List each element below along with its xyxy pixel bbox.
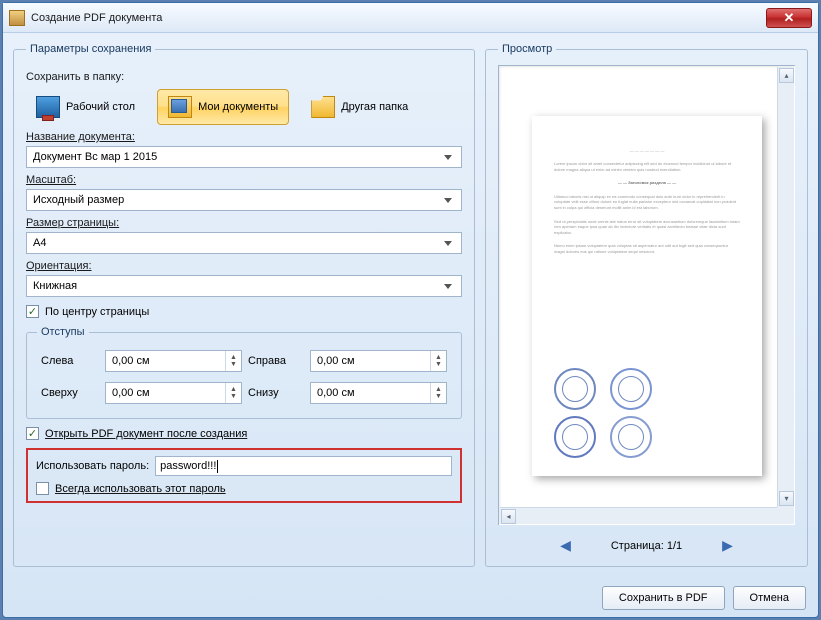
scale-label: Масштаб: <box>26 174 462 186</box>
preview-group: Просмотр — — — — — — — Lorem ipsum dolor… <box>485 43 808 567</box>
scroll-down-icon[interactable]: ▾ <box>779 491 794 506</box>
margin-right-label: Справа <box>248 355 304 367</box>
dialog-window: Создание PDF документа ✕ Параметры сохра… <box>2 2 819 618</box>
margin-top-label: Сверху <box>41 387 99 399</box>
margin-bottom-value: 0,00 см <box>311 387 430 399</box>
text-caret-icon <box>217 460 218 473</box>
margin-left-value: 0,00 см <box>106 355 225 367</box>
spinner-arrows-icon: ▲▼ <box>430 351 446 371</box>
pagesize-select[interactable]: A4 <box>26 232 462 254</box>
scrollbar-corner <box>777 507 794 524</box>
scrollbar-horizontal[interactable]: ◂ ▸ <box>500 507 777 524</box>
folder-desktop-button[interactable]: Рабочий стол <box>26 89 145 125</box>
always-password-checkbox[interactable] <box>36 482 49 495</box>
doc-name-input[interactable]: Документ Вс мар 1 2015 <box>26 146 462 168</box>
scroll-left-icon[interactable]: ◂ <box>501 509 516 524</box>
scale-select[interactable]: Исходный размер <box>26 189 462 211</box>
chevron-down-icon <box>441 149 455 165</box>
stamp-icon <box>610 368 652 410</box>
chevron-down-icon <box>441 235 455 251</box>
margins-legend: Отступы <box>37 326 89 338</box>
cancel-button[interactable]: Отмена <box>733 586 806 610</box>
orientation-select[interactable]: Книжная <box>26 275 462 297</box>
dialog-footer: Сохранить в PDF Отмена <box>3 579 818 617</box>
margin-bottom-input[interactable]: 0,00 см ▲▼ <box>310 382 447 404</box>
spinner-arrows-icon: ▲▼ <box>225 383 241 403</box>
scroll-up-icon[interactable]: ▴ <box>779 68 794 83</box>
stamp-icon <box>554 368 596 410</box>
always-password-label: Всегда использовать этот пароль <box>55 483 226 495</box>
save-params-group: Параметры сохранения Сохранить в папку: … <box>13 43 475 567</box>
save-pdf-button[interactable]: Сохранить в PDF <box>602 586 725 610</box>
scrollbar-vertical[interactable]: ▴ ▾ <box>777 67 794 507</box>
open-after-checkbox-row[interactable]: Открыть PDF документ после создания <box>26 427 462 440</box>
save-folder-label: Сохранить в папку: <box>26 71 462 83</box>
spinner-arrows-icon: ▲▼ <box>225 351 241 371</box>
folder-icon <box>311 96 335 118</box>
preview-page: — — — — — — — Lorem ipsum dolor sit amet… <box>532 116 762 476</box>
folder-documents-label: Мои документы <box>198 101 278 113</box>
spinner-arrows-icon: ▲▼ <box>430 383 446 403</box>
margins-group: Отступы Слева 0,00 см ▲▼ Справа 0,00 см … <box>26 326 462 419</box>
margin-right-value: 0,00 см <box>311 355 430 367</box>
chevron-down-icon <box>441 278 455 294</box>
folder-other-label: Другая папка <box>341 101 408 113</box>
titlebar: Создание PDF документа ✕ <box>3 3 818 33</box>
password-section: Использовать пароль: password!!! Всегда … <box>26 448 462 503</box>
password-label: Использовать пароль: <box>36 460 149 472</box>
orientation-label: Ориентация: <box>26 260 462 272</box>
open-after-checkbox[interactable] <box>26 427 39 440</box>
open-after-label: Открыть PDF документ после создания <box>45 428 247 440</box>
margin-bottom-label: Снизу <box>248 387 304 399</box>
pagesize-label: Размер страницы: <box>26 217 462 229</box>
center-page-label: По центру страницы <box>45 306 149 318</box>
pagesize-value: A4 <box>33 237 46 249</box>
documents-icon <box>168 96 192 118</box>
page-indicator: Страница: 1/1 <box>611 540 682 552</box>
margin-top-input[interactable]: 0,00 см ▲▼ <box>105 382 242 404</box>
desktop-icon <box>36 96 60 118</box>
margin-right-input[interactable]: 0,00 см ▲▼ <box>310 350 447 372</box>
password-value: password!!! <box>160 460 216 472</box>
folder-documents-button[interactable]: Мои документы <box>157 89 289 125</box>
next-page-button[interactable]: ▶ <box>722 537 733 554</box>
scale-value: Исходный размер <box>33 194 124 206</box>
orientation-value: Книжная <box>33 280 77 292</box>
prev-page-button[interactable]: ◀ <box>560 537 571 554</box>
margin-left-label: Слева <box>41 355 99 367</box>
folder-desktop-label: Рабочий стол <box>66 101 135 113</box>
always-password-checkbox-row[interactable]: Всегда использовать этот пароль <box>36 482 452 495</box>
app-icon <box>9 10 25 26</box>
stamp-icon <box>554 416 596 458</box>
close-icon: ✕ <box>784 10 795 26</box>
chevron-down-icon <box>441 192 455 208</box>
stamp-icon <box>610 416 652 458</box>
preview-frame: — — — — — — — Lorem ipsum dolor sit amet… <box>498 65 795 525</box>
center-page-checkbox-row[interactable]: По центру страницы <box>26 305 462 318</box>
folder-other-button[interactable]: Другая папка <box>301 89 418 125</box>
password-input[interactable]: password!!! <box>155 456 452 476</box>
window-title: Создание PDF документа <box>31 12 766 24</box>
cancel-label: Отмена <box>750 592 789 604</box>
save-pdf-label: Сохранить в PDF <box>619 592 708 604</box>
margin-top-value: 0,00 см <box>106 387 225 399</box>
doc-name-value: Документ Вс мар 1 2015 <box>33 151 157 163</box>
margin-left-input[interactable]: 0,00 см ▲▼ <box>105 350 242 372</box>
center-page-checkbox[interactable] <box>26 305 39 318</box>
doc-name-label: Название документа: <box>26 131 462 143</box>
close-button[interactable]: ✕ <box>766 8 812 28</box>
preview-legend: Просмотр <box>498 43 556 55</box>
save-params-legend: Параметры сохранения <box>26 43 155 55</box>
